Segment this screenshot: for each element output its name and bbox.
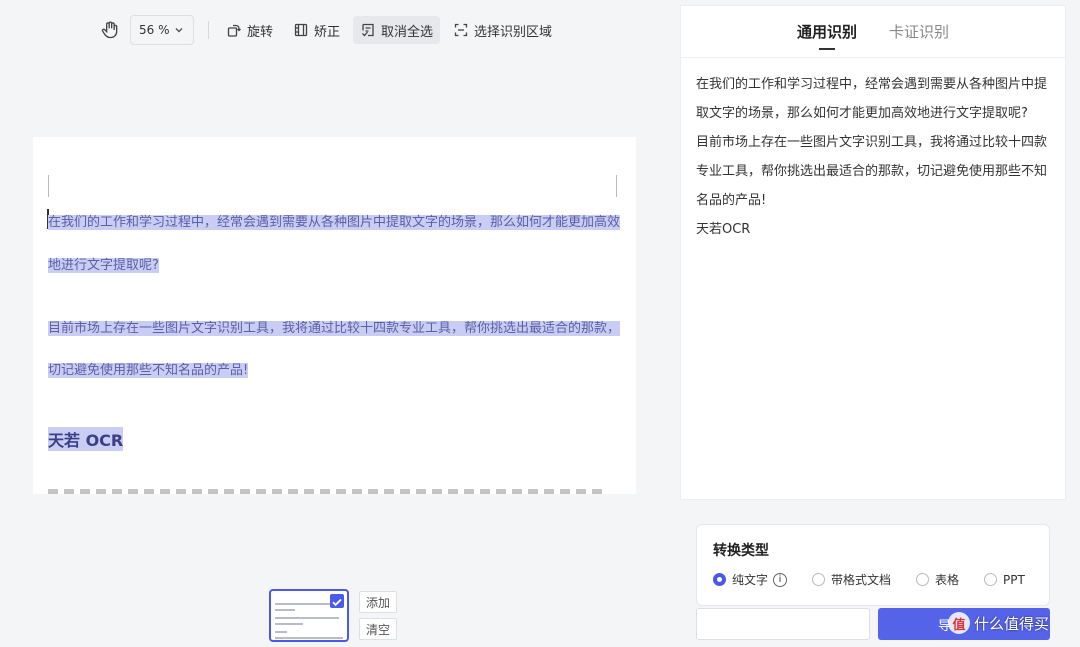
toolbar-separator — [208, 21, 209, 39]
option-ppt[interactable]: PPT — [984, 573, 1025, 587]
recognition-result-text[interactable]: 在我们的工作和学习过程中，经常会遇到需要从各种图片中提取文字的场景，那么如何才能… — [681, 58, 1065, 244]
watermark-logo-icon: 值 — [948, 612, 970, 634]
thumb-line — [275, 617, 339, 619]
document-preview[interactable]: 在我们的工作和学习过程中，经常会遇到需要从各种图片中提取文字的场景，那么如何才能… — [33, 137, 636, 494]
thumb-line — [275, 623, 303, 625]
zoom-select[interactable]: 56 % — [130, 15, 194, 45]
zoom-value: 56 % — [139, 23, 170, 37]
select-region-icon — [454, 23, 468, 37]
option-plain-text[interactable]: 纯文字 i — [713, 571, 788, 588]
recognition-tabs: 通用识别 卡证识别 — [681, 6, 1065, 58]
document-select-icon — [362, 23, 374, 37]
select-region-label: 选择识别区域 — [474, 24, 553, 40]
correct-button[interactable]: 矫正 — [286, 16, 347, 44]
page-corner-mark — [616, 175, 617, 197]
document-line: 切记避免使用那些不知名品的产品! — [48, 363, 249, 378]
radio-selected-icon[interactable] — [713, 573, 726, 586]
radio-icon[interactable] — [916, 573, 930, 586]
deselect-all-label: 取消全选 — [381, 24, 434, 40]
rotate-label: 旋转 — [247, 24, 274, 40]
document-line: 目前市场上存在一些图片文字识别工具，我将通过比较十四款专业工具，帮你挑选出最适合… — [48, 321, 621, 336]
radio-icon[interactable] — [984, 573, 998, 586]
checkbox-checked-icon[interactable] — [330, 594, 344, 608]
rotate-icon — [227, 24, 241, 37]
conversion-type-box: 转换类型 纯文字 i 带格式文档 表格 PPT — [696, 524, 1050, 606]
radio-icon[interactable] — [812, 573, 826, 586]
thumb-line — [275, 631, 287, 633]
watermark: 值 什么值得买 — [948, 612, 1049, 634]
result-paragraph: 目前市场上存在一些图片文字识别工具，我将通过比较十四款专业工具，帮你挑选出最适合… — [696, 135, 1048, 208]
result-paragraph: 在我们的工作和学习过程中，经常会遇到需要从各种图片中提取文字的场景，那么如何才能… — [696, 77, 1048, 121]
result-paragraph: 天若OCR — [696, 222, 751, 237]
document-line: 地进行文字提取呢? — [48, 258, 159, 273]
page-corner-mark — [48, 175, 49, 197]
thumb-line — [275, 637, 343, 639]
tab-general-recognition[interactable]: 通用识别 — [797, 6, 857, 58]
hand-pan-icon[interactable] — [100, 20, 120, 40]
correct-label: 矫正 — [314, 24, 341, 40]
toolbar: 56 % 旋转 矫正 取消全选 选择识别区域 — [100, 14, 565, 46]
rotate-button[interactable]: 旋转 — [219, 16, 280, 44]
select-region-button[interactable]: 选择识别区域 — [446, 16, 559, 44]
option-formatted-document[interactable]: 带格式文档 — [812, 571, 891, 588]
info-icon[interactable]: i — [773, 572, 788, 587]
thumb-line — [275, 609, 295, 611]
page-thumbnail[interactable] — [269, 589, 349, 642]
truncated-text-line — [48, 489, 608, 494]
clear-button[interactable]: 清空 — [359, 618, 397, 640]
add-button[interactable]: 添加 — [359, 591, 397, 613]
option-table[interactable]: 表格 — [916, 571, 959, 588]
document-line: 在我们的工作和学习过程中，经常会遇到需要从各种图片中提取文字的场景，那么如何才能… — [48, 215, 621, 230]
correct-icon — [294, 23, 308, 37]
thumb-line — [275, 603, 331, 605]
filename-input[interactable] — [696, 608, 870, 640]
deselect-all-button[interactable]: 取消全选 — [353, 16, 441, 44]
chevron-down-icon — [175, 28, 183, 33]
recognition-panel: 通用识别 卡证识别 在我们的工作和学习过程中，经常会遇到需要从各种图片中提取文字… — [680, 5, 1066, 500]
watermark-text: 什么值得买 — [974, 614, 1050, 633]
conversion-options: 纯文字 i 带格式文档 表格 PPT — [713, 571, 1050, 588]
tab-card-recognition[interactable]: 卡证识别 — [889, 6, 949, 58]
conversion-type-title: 转换类型 — [713, 543, 769, 559]
document-heading: 天若 OCR — [48, 427, 124, 451]
